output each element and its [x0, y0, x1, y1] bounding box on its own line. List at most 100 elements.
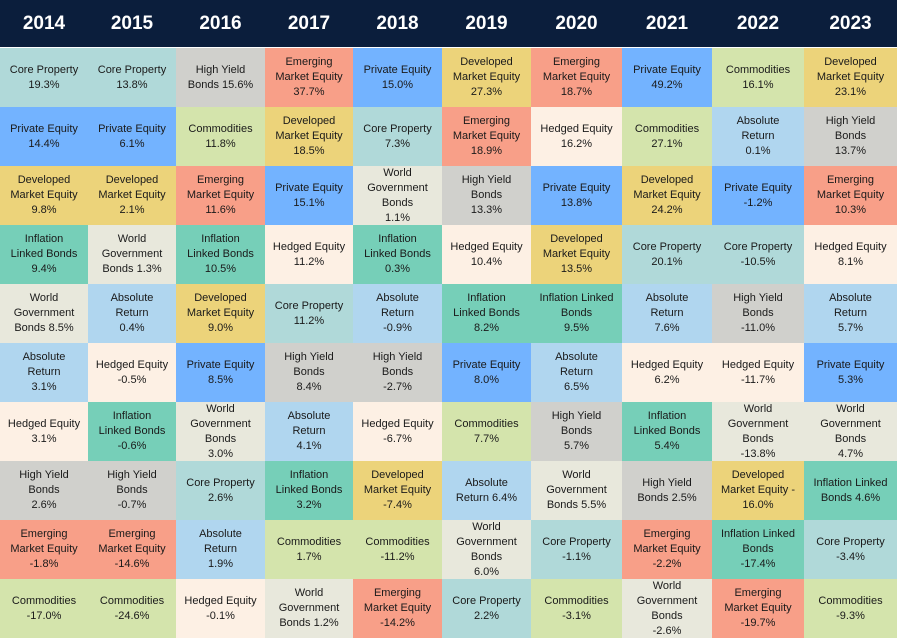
- return-cell: Private Equity -1.2%: [712, 166, 804, 225]
- return-cell: Developed Market Equity -7.4%: [353, 461, 442, 520]
- return-cell: Absolute Return 3.1%: [0, 343, 88, 402]
- return-cell: World Government Bonds -13.8%: [712, 402, 804, 461]
- return-cell: Hedged Equity 8.1%: [804, 225, 897, 284]
- return-cell: Private Equity 15.1%: [265, 166, 353, 225]
- return-cell: Core Property 20.1%: [622, 225, 712, 284]
- return-cell: World Government Bonds -2.6%: [622, 579, 712, 638]
- year-header: 2014: [0, 0, 88, 48]
- return-cell: World Government Bonds 1.2%: [265, 579, 353, 638]
- year-header: 2022: [712, 0, 804, 48]
- return-cell: Emerging Market Equity -2.2%: [622, 520, 712, 579]
- return-cell: Private Equity 14.4%: [0, 107, 88, 166]
- return-cell: Inflation Linked Bonds 8.2%: [442, 284, 531, 343]
- return-cell: Private Equity 8.0%: [442, 343, 531, 402]
- return-cell: Developed Market Equity 24.2%: [622, 166, 712, 225]
- year-header: 2016: [176, 0, 265, 48]
- return-cell: Developed Market Equity 2.1%: [88, 166, 176, 225]
- return-cell: Hedged Equity -6.7%: [353, 402, 442, 461]
- return-cell: Developed Market Equity 18.5%: [265, 107, 353, 166]
- return-cell: High Yield Bonds -0.7%: [88, 461, 176, 520]
- return-cell: High Yield Bonds 2.6%: [0, 461, 88, 520]
- return-cell: Core Property 2.2%: [442, 579, 531, 638]
- return-cell: Core Property -1.1%: [531, 520, 622, 579]
- return-cell: Private Equity 15.0%: [353, 48, 442, 107]
- return-cell: Core Property 13.8%: [88, 48, 176, 107]
- return-cell: Developed Market Equity - 16.0%: [712, 461, 804, 520]
- return-cell: Developed Market Equity 23.1%: [804, 48, 897, 107]
- return-cell: Absolute Return -0.9%: [353, 284, 442, 343]
- year-header: 2019: [442, 0, 531, 48]
- return-cell: Absolute Return 4.1%: [265, 402, 353, 461]
- return-cell: High Yield Bonds 5.7%: [531, 402, 622, 461]
- return-cell: Inflation Linked Bonds 5.4%: [622, 402, 712, 461]
- year-header: 2020: [531, 0, 622, 48]
- return-cell: Emerging Market Equity 11.6%: [176, 166, 265, 225]
- return-cell: Inflation Linked Bonds 9.4%: [0, 225, 88, 284]
- return-cell: Emerging Market Equity -19.7%: [712, 579, 804, 638]
- return-cell: Core Property -10.5%: [712, 225, 804, 284]
- return-cell: World Government Bonds 6.0%: [442, 520, 531, 579]
- return-cell: Commodities 7.7%: [442, 402, 531, 461]
- return-cell: Absolute Return 7.6%: [622, 284, 712, 343]
- return-cell: High Yield Bonds -2.7%: [353, 343, 442, 402]
- return-cell: Inflation Linked Bonds 4.6%: [804, 461, 897, 520]
- return-cell: Hedged Equity 11.2%: [265, 225, 353, 284]
- return-cell: Emerging Market Equity -1.8%: [0, 520, 88, 579]
- return-cell: Inflation Linked Bonds 3.2%: [265, 461, 353, 520]
- return-cell: High Yield Bonds 13.3%: [442, 166, 531, 225]
- return-cell: Hedged Equity -0.1%: [176, 579, 265, 638]
- return-cell: Emerging Market Equity -14.6%: [88, 520, 176, 579]
- return-cell: Private Equity 8.5%: [176, 343, 265, 402]
- returns-table: 2014 Core Property 19.3% Private Equity 14…: [0, 0, 897, 638]
- return-cell: Private Equity 6.1%: [88, 107, 176, 166]
- return-cell: High Yield Bonds 15.6%: [176, 48, 265, 107]
- return-cell: Inflation Linked Bonds -0.6%: [88, 402, 176, 461]
- return-cell: Private Equity 5.3%: [804, 343, 897, 402]
- return-cell: High Yield Bonds 2.5%: [622, 461, 712, 520]
- return-cell: Core Property -3.4%: [804, 520, 897, 579]
- return-cell: World Government Bonds 1.1%: [353, 166, 442, 225]
- return-cell: Hedged Equity 16.2%: [531, 107, 622, 166]
- return-cell: Absolute Return 6.4%: [442, 461, 531, 520]
- return-cell: High Yield Bonds -11.0%: [712, 284, 804, 343]
- year-header: 2021: [622, 0, 712, 48]
- return-cell: Core Property 19.3%: [0, 48, 88, 107]
- return-cell: Commodities -17.0%: [0, 579, 88, 638]
- return-cell: Inflation Linked Bonds 9.5%: [531, 284, 622, 343]
- return-cell: World Government Bonds 5.5%: [531, 461, 622, 520]
- return-cell: Hedged Equity 10.4%: [442, 225, 531, 284]
- return-cell: Commodities 11.8%: [176, 107, 265, 166]
- return-cell: Commodities 16.1%: [712, 48, 804, 107]
- return-cell: Hedged Equity -0.5%: [88, 343, 176, 402]
- year-header: 2017: [265, 0, 353, 48]
- return-cell: Inflation Linked Bonds 10.5%: [176, 225, 265, 284]
- return-cell: Commodities 27.1%: [622, 107, 712, 166]
- return-cell: Commodities -11.2%: [353, 520, 442, 579]
- return-cell: Emerging Market Equity -14.2%: [353, 579, 442, 638]
- return-cell: Inflation Linked Bonds 0.3%: [353, 225, 442, 284]
- return-cell: Emerging Market Equity 10.3%: [804, 166, 897, 225]
- return-cell: Developed Market Equity 13.5%: [531, 225, 622, 284]
- return-cell: Private Equity 13.8%: [531, 166, 622, 225]
- return-cell: Developed Market Equity 27.3%: [442, 48, 531, 107]
- return-cell: Developed Market Equity 9.8%: [0, 166, 88, 225]
- return-cell: Emerging Market Equity 18.7%: [531, 48, 622, 107]
- return-cell: High Yield Bonds 8.4%: [265, 343, 353, 402]
- return-cell: Commodities -9.3%: [804, 579, 897, 638]
- return-cell: Hedged Equity 3.1%: [0, 402, 88, 461]
- return-cell: High Yield Bonds 13.7%: [804, 107, 897, 166]
- return-cell: Absolute Return 5.7%: [804, 284, 897, 343]
- return-cell: Absolute Return 1.9%: [176, 520, 265, 579]
- return-cell: Inflation Linked Bonds -17.4%: [712, 520, 804, 579]
- return-cell: Emerging Market Equity 18.9%: [442, 107, 531, 166]
- return-cell: Core Property 7.3%: [353, 107, 442, 166]
- return-cell: Commodities -3.1%: [531, 579, 622, 638]
- return-cell: Hedged Equity -11.7%: [712, 343, 804, 402]
- year-header: 2015: [88, 0, 176, 48]
- return-cell: Core Property 2.6%: [176, 461, 265, 520]
- return-cell: Commodities -24.6%: [88, 579, 176, 638]
- return-cell: Emerging Market Equity 37.7%: [265, 48, 353, 107]
- return-cell: Absolute Return 6.5%: [531, 343, 622, 402]
- return-cell: World Government Bonds 1.3%: [88, 225, 176, 284]
- return-cell: Core Property 11.2%: [265, 284, 353, 343]
